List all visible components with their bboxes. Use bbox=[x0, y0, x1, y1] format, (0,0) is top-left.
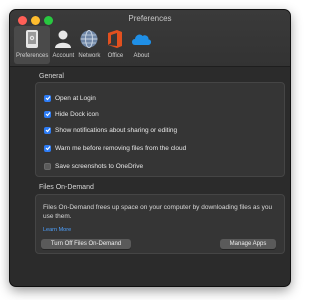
phone-settings-icon bbox=[21, 28, 43, 50]
preferences-window: Preferences Preferences Account Network … bbox=[10, 10, 290, 286]
manage-apps-button[interactable]: Manage Apps bbox=[220, 239, 276, 249]
option-save-screenshots[interactable]: Save screenshots to OneDrive bbox=[44, 161, 143, 171]
tab-network[interactable]: Network bbox=[76, 26, 102, 64]
checkmark-icon bbox=[45, 112, 50, 117]
option-hide-dock-icon[interactable]: Hide Dock icon bbox=[44, 109, 99, 119]
onedrive-cloud-icon bbox=[130, 28, 152, 50]
checkmark-icon bbox=[45, 146, 50, 151]
title-bar: Preferences Preferences Account Network … bbox=[10, 10, 290, 67]
hide-dock-icon-checkbox[interactable] bbox=[44, 110, 51, 118]
warn-removing-files-label: Warn me before removing files from the c… bbox=[55, 144, 187, 152]
tab-preferences[interactable]: Preferences bbox=[14, 26, 51, 64]
learn-more-link[interactable]: Learn More bbox=[43, 227, 71, 233]
checkmark-icon bbox=[45, 96, 50, 101]
tab-account-label: Account bbox=[52, 53, 75, 59]
person-icon bbox=[52, 28, 74, 50]
turn-off-files-on-demand-button[interactable]: Turn Off Files On-Demand bbox=[41, 239, 131, 249]
option-warn-removing-files[interactable]: Warn me before removing files from the c… bbox=[44, 143, 186, 153]
tab-preferences-label: Preferences bbox=[16, 53, 49, 59]
warn-removing-files-checkbox[interactable] bbox=[44, 144, 51, 152]
show-notifications-label: Show notifications about sharing or edit… bbox=[55, 126, 178, 134]
tab-about-label: About bbox=[133, 53, 150, 59]
tab-office-label: Office bbox=[107, 53, 124, 59]
tab-network-label: Network bbox=[78, 53, 101, 59]
globe-icon bbox=[78, 28, 100, 50]
open-at-login-checkbox[interactable] bbox=[44, 94, 51, 102]
office-logo-icon bbox=[104, 28, 126, 50]
preferences-toolbar: Preferences Account Network Office About bbox=[14, 26, 154, 66]
tab-office[interactable]: Office bbox=[102, 26, 128, 64]
tab-about[interactable]: About bbox=[128, 26, 154, 64]
show-notifications-checkbox[interactable] bbox=[44, 126, 51, 134]
files-on-demand-description: Files On-Demand frees up space on your c… bbox=[43, 204, 273, 220]
checkmark-icon bbox=[45, 128, 50, 133]
files-on-demand-panel: Files On-Demand frees up space on your c… bbox=[35, 194, 285, 254]
open-at-login-label: Open at Login bbox=[55, 94, 96, 102]
files-on-demand-section-title: Files On-Demand bbox=[39, 184, 94, 191]
option-show-notifications[interactable]: Show notifications about sharing or edit… bbox=[44, 125, 177, 135]
general-section-title: General bbox=[39, 73, 64, 80]
option-open-at-login[interactable]: Open at Login bbox=[44, 93, 96, 103]
tab-account[interactable]: Account bbox=[50, 26, 76, 64]
save-screenshots-label: Save screenshots to OneDrive bbox=[55, 162, 144, 170]
hide-dock-icon-label: Hide Dock icon bbox=[55, 110, 99, 118]
save-screenshots-checkbox[interactable] bbox=[44, 162, 51, 170]
window-title: Preferences bbox=[128, 14, 172, 23]
general-panel: Open at Login Hide Dock icon Show notifi… bbox=[35, 82, 285, 177]
